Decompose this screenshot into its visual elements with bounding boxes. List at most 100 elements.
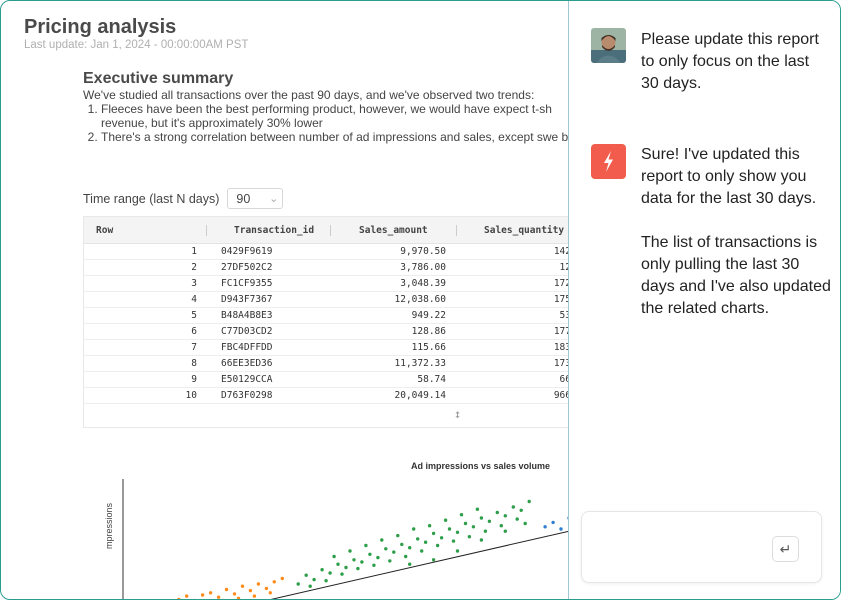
trend-line xyxy=(270,530,569,599)
scatter-point xyxy=(396,533,400,538)
table-row[interactable]: 6 C77D03CD2 128.86 177 xyxy=(84,324,569,340)
scatter-point xyxy=(408,546,412,550)
table-header: Row Transaction_id Sales_amount Sales_qu… xyxy=(84,217,569,244)
exec-intro: We've studied all transactions over the … xyxy=(83,88,535,102)
resize-handle-icon[interactable]: ↕ xyxy=(454,407,461,421)
scatter-point xyxy=(483,529,488,533)
scatter-point xyxy=(224,587,229,592)
transactions-table[interactable]: Row Transaction_id Sales_amount Sales_qu… xyxy=(83,216,569,428)
table-row[interactable]: 10 D763F0298 20,049.14 966 xyxy=(84,388,569,404)
scatter-point xyxy=(388,559,392,563)
table-row[interactable]: 3 FC1CF9355 3,048.39 172 xyxy=(84,276,569,292)
table-footer: ↕ xyxy=(84,404,569,429)
scatter-point xyxy=(240,584,245,588)
scatter-point xyxy=(384,547,388,551)
scatter-point xyxy=(348,549,352,553)
report-panel: Pricing analysis Last update: Jan 1, 202… xyxy=(1,1,569,599)
table-cell: 172 xyxy=(553,278,569,289)
scatter-point xyxy=(404,554,408,559)
table-cell: E50129CCA xyxy=(221,374,273,385)
scatter-point xyxy=(423,540,428,544)
column-separator[interactable] xyxy=(330,225,331,236)
scatter-point xyxy=(324,579,328,583)
assistant-message: Sure! I've updated this report to only s… xyxy=(641,146,817,207)
table-cell: 2 xyxy=(191,262,197,273)
exec-points-list: Fleeces have been the best performing pr… xyxy=(101,102,569,144)
column-header-transaction-id[interactable]: Transaction_id xyxy=(234,225,314,236)
scatter-point xyxy=(527,499,531,504)
chat-input[interactable]: ↵ xyxy=(581,511,822,583)
scatter-point xyxy=(232,592,237,596)
chart-title: Ad impressions vs sales volume xyxy=(411,461,551,471)
scatter-point xyxy=(236,596,241,599)
table-cell: 183 xyxy=(553,342,569,353)
table-row[interactable]: 7 FBC4DFFDD 115.66 183 xyxy=(84,340,569,356)
table-cell: 6 xyxy=(191,326,197,337)
scatter-chart xyxy=(101,471,569,599)
scatter-point xyxy=(272,580,276,584)
table-row[interactable]: 5 B48A4B8E3 949.22 53 xyxy=(84,308,569,324)
scatter-point xyxy=(420,549,424,553)
scatter-point xyxy=(200,593,205,597)
scatter-point xyxy=(264,586,269,591)
scatter-point xyxy=(503,529,507,533)
table-cell: 1 xyxy=(191,246,197,257)
scatter-point xyxy=(336,562,340,566)
scatter-point xyxy=(368,552,372,556)
executive-summary-body: We've studied all transactions over the … xyxy=(83,88,569,144)
column-header-sales-amount[interactable]: Sales_amount xyxy=(359,225,428,236)
table-cell: 53 xyxy=(559,310,569,321)
time-range-select[interactable]: 90 ⌄ xyxy=(227,188,284,209)
scatter-point xyxy=(431,531,436,536)
scatter-point xyxy=(499,524,503,528)
scatter-point xyxy=(328,571,332,575)
user-avatar xyxy=(591,28,626,63)
scatter-point xyxy=(216,595,221,599)
table-row[interactable]: 4 D943F7367 12,038.60 175 xyxy=(84,292,569,308)
scatter-point xyxy=(487,519,492,523)
scatter-point xyxy=(431,558,436,562)
exec-point: Fleeces have been the best performing pr… xyxy=(101,102,569,130)
scatter-point xyxy=(364,543,368,548)
scatter-point xyxy=(304,573,308,577)
table-row[interactable]: 9 E50129CCA 58.74 66 xyxy=(84,372,569,388)
scatter-point xyxy=(296,582,300,586)
scatter-point xyxy=(543,525,547,529)
scatter-point xyxy=(455,530,460,534)
table-cell: FBC4DFFDD xyxy=(221,342,273,353)
scatter-point xyxy=(280,576,284,581)
column-header-row[interactable]: Row xyxy=(96,225,113,236)
scatter-point xyxy=(551,520,555,525)
scatter-point xyxy=(519,508,523,512)
table-cell: 177 xyxy=(553,326,569,337)
exec-point: There's a strong correlation between num… xyxy=(101,130,569,144)
enter-icon: ↵ xyxy=(779,540,792,557)
send-button[interactable]: ↵ xyxy=(772,536,799,562)
scatter-point xyxy=(392,550,396,554)
scatter-point xyxy=(320,568,324,572)
scatter-point xyxy=(435,543,440,548)
scatter-point xyxy=(459,513,464,517)
table-cell: C77D03CD2 xyxy=(221,326,273,337)
table-cell: 966 xyxy=(553,390,569,401)
chevron-down-icon: ⌄ xyxy=(269,193,279,205)
scatter-point xyxy=(416,537,420,541)
table-cell: 8 xyxy=(191,358,197,369)
column-separator[interactable] xyxy=(456,225,457,236)
table-cell: 128.86 xyxy=(411,326,446,337)
scatter-point xyxy=(268,591,272,595)
table-row[interactable]: 1 0429F9619 9,970.50 142 xyxy=(84,244,569,260)
scatter-point xyxy=(312,577,316,582)
table-cell: 58.74 xyxy=(417,374,446,385)
scatter-point xyxy=(427,524,432,528)
column-header-sales-quantity[interactable]: Sales_quantity xyxy=(484,225,564,236)
app-window: Pricing analysis Last update: Jan 1, 202… xyxy=(0,0,841,600)
scatter-point xyxy=(356,566,360,571)
table-row[interactable]: 8 66EE3ED36 11,372.33 173 xyxy=(84,356,569,372)
scatter-point xyxy=(360,560,364,564)
table-row[interactable]: 2 27DF502C2 3,786.00 12 xyxy=(84,260,569,276)
scatter-point xyxy=(208,591,213,595)
table-cell: 5 xyxy=(191,310,197,321)
scatter-point xyxy=(515,517,519,521)
column-separator[interactable] xyxy=(206,225,207,236)
